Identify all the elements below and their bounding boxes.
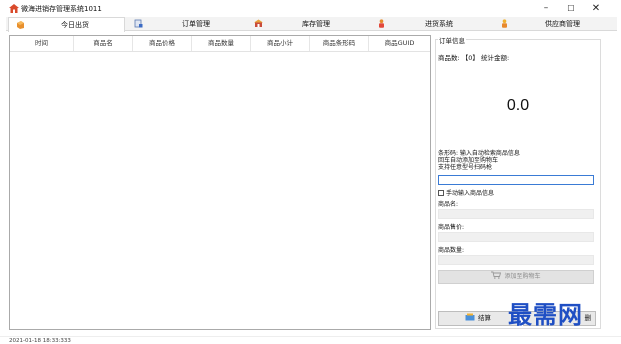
product-price-field[interactable]	[438, 232, 594, 242]
tab-today-shipment[interactable]: 今日出货	[8, 17, 125, 32]
tab-label: 今日出货	[61, 21, 89, 29]
order-summary: 商品数: 【0】 统计金额:	[438, 54, 510, 62]
column-header-product-name[interactable]: 商品名	[74, 36, 133, 51]
box-icon	[17, 21, 24, 29]
column-header-subtotal[interactable]: 商品小计	[251, 36, 310, 51]
product-price-label: 商品售价:	[438, 224, 465, 231]
close-button[interactable]: ✕	[585, 2, 607, 15]
manual-input-label: 手动输入商品信息	[446, 190, 495, 197]
column-header-time[interactable]: 时间	[10, 36, 74, 51]
product-quantity-label: 商品数量:	[438, 247, 465, 254]
status-bar: 2021-01-18 18:33:333	[0, 336, 621, 344]
checkout-button[interactable]: 结算	[438, 311, 518, 326]
delete-label: 删	[584, 314, 592, 322]
add-to-cart-label: 添加至购物车	[504, 273, 541, 280]
title-bar: 微海进销存管理系统1011 – ☐ ✕	[0, 0, 621, 17]
checkout-label: 结算	[478, 314, 491, 322]
product-quantity-field[interactable]	[438, 255, 594, 265]
add-to-cart-button[interactable]: 添加至购物车	[438, 270, 594, 284]
watermark-logo: 最需网	[508, 300, 583, 329]
manual-input-checkbox[interactable]	[438, 190, 444, 196]
tab-label: 库存管理	[302, 20, 330, 28]
total-amount: 0.0	[506, 97, 530, 114]
tab-inventory-management[interactable]: 库存管理	[247, 17, 368, 31]
barcode-hint: 条形码: 输入自动检索商品信息	[438, 150, 520, 157]
enter-hint: 回车自动添加至购物车	[438, 157, 499, 164]
status-time: 2021-01-18 18:33:333	[9, 338, 71, 344]
shipment-grid[interactable]: 时间 商品名 商品价格 商品数量 商品小计 商品条形码 商品GUID	[9, 35, 431, 330]
cash-icon	[465, 313, 475, 321]
document-icon	[134, 19, 143, 28]
tab-label: 进货系统	[425, 20, 453, 28]
tab-label: 供应商管理	[545, 20, 580, 28]
maximize-button[interactable]: ☐	[560, 2, 582, 15]
minimize-button[interactable]: –	[535, 2, 557, 15]
cart-icon	[491, 271, 502, 279]
grid-header: 时间 商品名 商品价格 商品数量 商品小计 商品条形码 商品GUID	[10, 36, 430, 52]
order-info-title: 订单信息	[438, 35, 466, 45]
tab-label: 订单管理	[182, 20, 210, 28]
warehouse-icon	[254, 19, 263, 27]
column-header-quantity[interactable]: 商品数量	[192, 36, 251, 51]
window-title: 微海进销存管理系统1011	[21, 5, 102, 13]
tab-supplier-management[interactable]: 供应商管理	[493, 17, 615, 31]
tab-bar: 今日出货 订单管理 库存管理 进货系统 供应商管理	[6, 17, 617, 32]
product-name-field[interactable]	[438, 209, 594, 219]
manual-input-row[interactable]: 手动输入商品信息	[438, 188, 494, 197]
order-info-panel: 订单信息 商品数: 【0】 统计金额: 0.0 条形码: 输入自动检索商品信息 …	[435, 33, 601, 333]
product-name-label: 商品名:	[438, 201, 459, 208]
tab-purchase-system[interactable]: 进货系统	[370, 17, 491, 31]
column-header-barcode[interactable]: 商品条形码	[310, 36, 369, 51]
column-header-guid[interactable]: 商品GUID	[369, 36, 430, 51]
supplier-icon	[502, 19, 507, 28]
barcode-input[interactable]	[438, 175, 594, 185]
scanner-hint: 支持任意型号扫码枪	[438, 164, 493, 171]
column-header-price[interactable]: 商品价格	[133, 36, 192, 51]
house-icon	[9, 4, 19, 13]
tab-order-management[interactable]: 订单管理	[127, 17, 245, 31]
person-icon	[379, 19, 384, 28]
